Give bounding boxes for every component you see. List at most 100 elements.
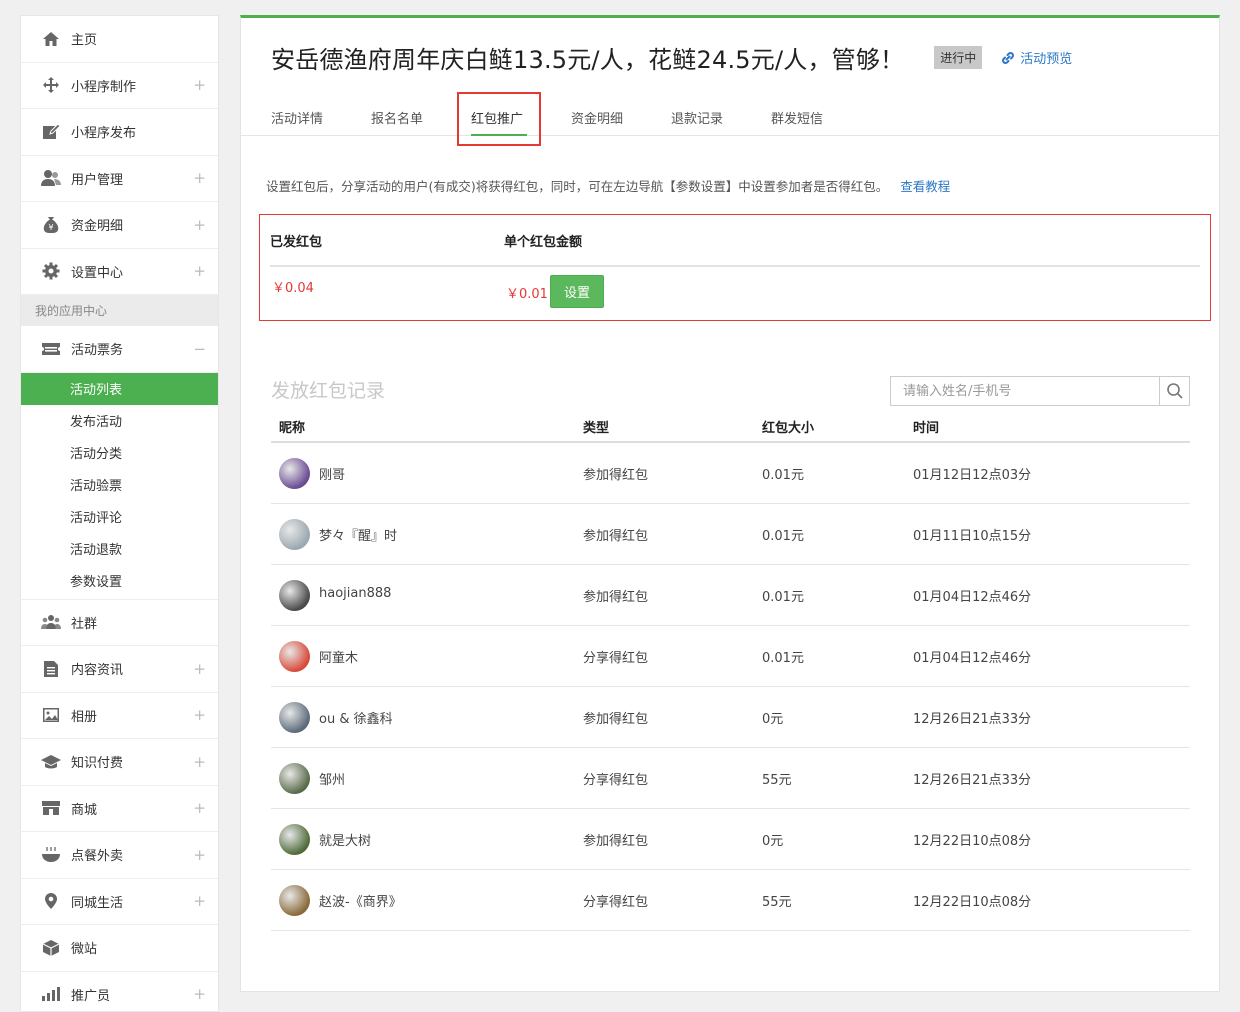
- sidebar-item-2[interactable]: 小程序发布: [21, 109, 218, 156]
- expand-icon[interactable]: +: [193, 753, 206, 771]
- set-button[interactable]: 设置: [550, 275, 604, 308]
- amount-label: 单个红包金额: [504, 235, 583, 250]
- tab-bar: 活动详情 报名名单 红包推广 资金明细 退款记录 群发短信: [241, 100, 1219, 136]
- sent-value: ￥0.04: [272, 281, 314, 296]
- cell-time: 01月12日12点03分: [913, 468, 1032, 483]
- active-tab-highlight: [457, 92, 541, 146]
- expand-icon[interactable]: +: [193, 216, 206, 234]
- sidebar-item-3[interactable]: 用户管理 +: [21, 156, 218, 202]
- expand-icon[interactable]: +: [193, 799, 206, 817]
- sidebar-item-5[interactable]: 点餐外卖 +: [21, 832, 218, 879]
- cell-type: 分享得红包: [583, 773, 649, 788]
- map-pin-icon: [41, 891, 61, 911]
- sub-item-6[interactable]: 参数设置: [21, 565, 218, 597]
- bar-chart-icon: [41, 984, 61, 1004]
- expand-icon[interactable]: +: [193, 985, 206, 1003]
- expand-icon[interactable]: +: [193, 76, 206, 94]
- sidebar-item-ticket[interactable]: 活动票务 −: [21, 326, 218, 373]
- expand-icon[interactable]: +: [193, 846, 206, 864]
- avatar: [279, 885, 310, 916]
- cell-size: 0.01元: [762, 590, 804, 605]
- tab-0[interactable]: 活动详情: [271, 108, 323, 127]
- expand-icon[interactable]: +: [193, 706, 206, 724]
- cell-time: 12月22日10点08分: [913, 895, 1032, 910]
- amount-value: ￥0.01: [506, 287, 548, 302]
- sidebar-item-3[interactable]: 知识付费 +: [21, 739, 218, 786]
- document-icon: [41, 659, 61, 679]
- tab-5[interactable]: 群发短信: [771, 108, 823, 127]
- records-table: 昵称 类型 红包大小 时间 刚哥 参加得红包 0.01元 01月12日12点03分 梦々…: [271, 410, 1190, 931]
- sub-item-0[interactable]: 活动列表: [21, 372, 218, 405]
- cell-type: 参加得红包: [583, 712, 649, 727]
- search-input[interactable]: [891, 377, 1159, 405]
- move-icon: [41, 75, 61, 95]
- cell-type: 参加得红包: [583, 590, 649, 605]
- expand-icon[interactable]: +: [193, 262, 206, 280]
- sidebar-item-label: 用户管理: [71, 172, 124, 188]
- description: 设置红包后，分享活动的用户(有成交)将获得红包，同时，可在左边导航【参数设置】中…: [266, 176, 950, 195]
- cell-type: 分享得红包: [583, 895, 649, 910]
- sidebar-item-2[interactable]: 相册 +: [21, 693, 218, 739]
- cell-name: 赵波-《商界》: [319, 895, 402, 910]
- redpacket-summary: 已发红包 单个红包金额 ￥0.04 ￥0.01 设置: [259, 214, 1211, 321]
- sidebar-item-label: 资金明细: [71, 219, 124, 235]
- cell-time: 01月04日12点46分: [913, 590, 1032, 605]
- sent-label: 已发红包: [270, 235, 323, 250]
- sidebar-item-0[interactable]: 主页: [21, 16, 218, 63]
- avatar: [279, 519, 310, 550]
- link-icon: [1002, 51, 1015, 64]
- table-row: 邹州 分享得红包 55元 12月26日21点33分: [271, 748, 1190, 809]
- sub-item-4[interactable]: 活动评论: [21, 501, 218, 533]
- cell-name: 阿童木: [319, 651, 359, 666]
- sidebar-item-0[interactable]: 社群: [21, 600, 218, 646]
- expand-icon[interactable]: +: [193, 892, 206, 910]
- cell-size: 55元: [762, 895, 792, 910]
- sidebar-item-label: 微站: [71, 942, 98, 958]
- sidebar-item-label: 商城: [71, 802, 98, 818]
- table-row: ou & 徐鑫科 参加得红包 0元 12月26日21点33分: [271, 687, 1190, 748]
- page-title: 安岳德渔府周年庆白鲢13.5元/人，花鲢24.5元/人，管够！: [271, 46, 905, 74]
- tab-1[interactable]: 报名名单: [371, 108, 423, 127]
- cell-type: 参加得红包: [583, 468, 649, 483]
- table-row: 赵波-《商界》 分享得红包 55元 12月22日10点08分: [271, 870, 1190, 931]
- table-header: 昵称 类型 红包大小 时间: [271, 410, 1190, 443]
- sidebar-item-7[interactable]: 微站: [21, 925, 218, 972]
- expand-icon[interactable]: +: [193, 660, 206, 678]
- cell-time: 12月26日21点33分: [913, 773, 1032, 788]
- sidebar-item-5[interactable]: 设置中心 +: [21, 249, 218, 295]
- col-nickname: 昵称: [279, 421, 306, 436]
- divider: [270, 265, 1200, 267]
- cell-size: 0.01元: [762, 529, 804, 544]
- tab-3[interactable]: 资金明细: [571, 108, 623, 127]
- col-size: 红包大小: [762, 421, 815, 436]
- table-row: 阿童木 分享得红包 0.01元 01月04日12点46分: [271, 626, 1190, 687]
- sidebar-item-8[interactable]: 推广员 +: [21, 972, 218, 1012]
- sidebar-item-1[interactable]: 小程序制作 +: [21, 63, 218, 109]
- group-icon: [41, 612, 61, 632]
- graduation-cap-icon: [41, 752, 61, 772]
- cell-type: 参加得红包: [583, 834, 649, 849]
- tutorial-link[interactable]: 查看教程: [900, 179, 950, 194]
- sub-item-1[interactable]: 发布活动: [21, 405, 218, 437]
- preview-link[interactable]: 活动预览: [1000, 48, 1072, 67]
- cell-name: ou & 徐鑫科: [319, 712, 393, 727]
- collapse-icon[interactable]: −: [193, 340, 206, 358]
- tab-4[interactable]: 退款记录: [671, 108, 723, 127]
- money-bag-icon: ¥: [41, 215, 61, 235]
- search-button[interactable]: [1159, 377, 1189, 405]
- expand-icon[interactable]: +: [193, 169, 206, 187]
- sub-item-3[interactable]: 活动验票: [21, 469, 218, 501]
- avatar: [279, 580, 310, 611]
- sub-item-2[interactable]: 活动分类: [21, 437, 218, 469]
- sidebar: 主页 小程序制作 + 小程序发布 用户管理 + ¥ 资金明细 + 设置中心 + 我的应用中心 活动票…: [20, 15, 219, 1012]
- gear-icon: [41, 261, 61, 281]
- sidebar-item-1[interactable]: 内容资讯 +: [21, 646, 218, 693]
- edit-icon: [41, 122, 61, 142]
- sub-item-5[interactable]: 活动退款: [21, 533, 218, 565]
- sidebar-item-4[interactable]: 商城 +: [21, 786, 218, 832]
- sidebar-item-label: 小程序发布: [71, 126, 137, 142]
- sidebar-item-6[interactable]: 同城生活 +: [21, 879, 218, 925]
- cell-time: 01月04日12点46分: [913, 651, 1032, 666]
- sidebar-item-4[interactable]: ¥ 资金明细 +: [21, 202, 218, 249]
- cell-size: 55元: [762, 773, 792, 788]
